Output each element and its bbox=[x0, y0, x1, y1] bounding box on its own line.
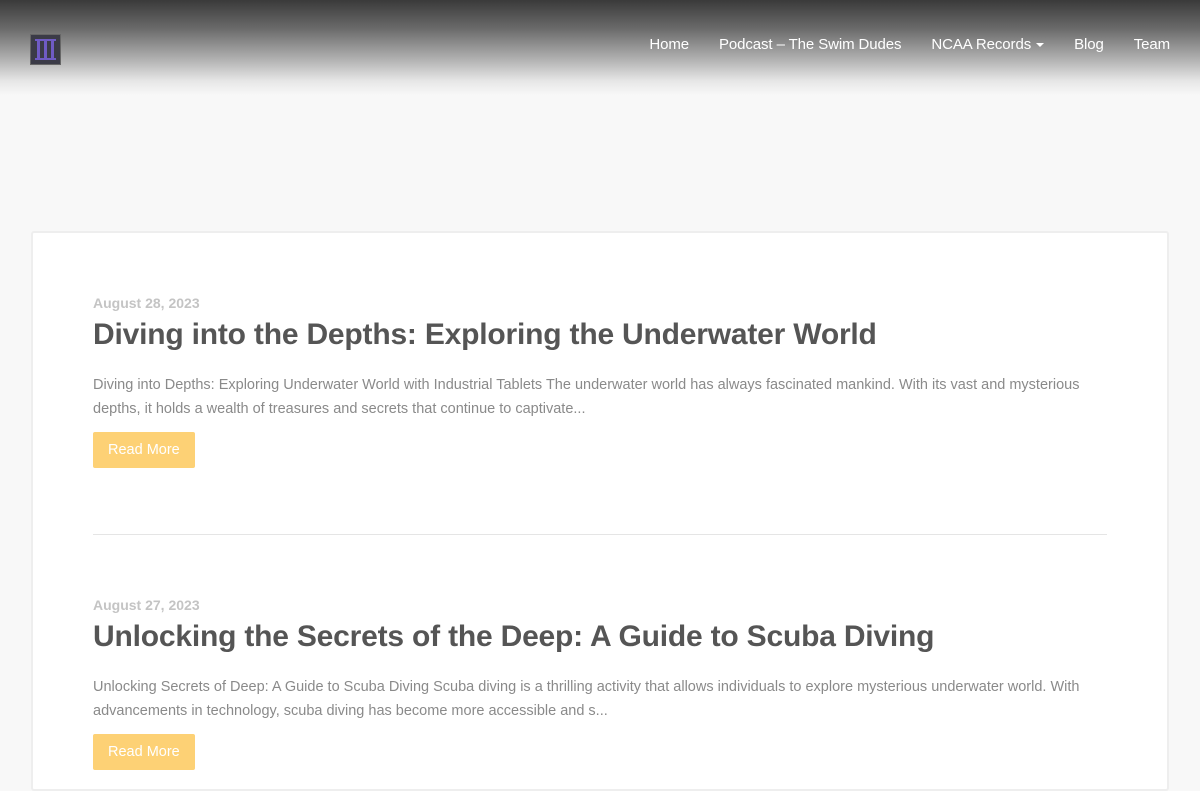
main-nav: Home Podcast – The Swim Dudes NCAA Recor… bbox=[649, 36, 1170, 53]
post-excerpt: Diving into Depths: Exploring Underwater… bbox=[93, 377, 1080, 417]
post-date: August 27, 2023 bbox=[93, 597, 200, 613]
nav-ncaa-records-label: NCAA Records bbox=[931, 36, 1032, 53]
site-logo[interactable] bbox=[30, 34, 61, 65]
post-title[interactable]: Diving into the Depths: Exploring the Un… bbox=[93, 318, 1109, 352]
nav-blog[interactable]: Blog bbox=[1074, 36, 1104, 53]
blog-post: August 28, 2023 Diving into the Depths: … bbox=[93, 295, 1109, 468]
logo-pillars-icon bbox=[35, 39, 56, 60]
nav-home[interactable]: Home bbox=[649, 36, 689, 53]
post-divider bbox=[93, 534, 1107, 535]
read-more-button[interactable]: Read More bbox=[93, 432, 195, 468]
nav-team[interactable]: Team bbox=[1134, 36, 1170, 53]
post-title[interactable]: Unlocking the Secrets of the Deep: A Gui… bbox=[93, 620, 1109, 654]
blog-post: August 27, 2023 Unlocking the Secrets of… bbox=[93, 597, 1109, 770]
nav-ncaa-records[interactable]: NCAA Records bbox=[931, 36, 1045, 53]
post-date: August 28, 2023 bbox=[93, 295, 200, 311]
caret-down-icon bbox=[1036, 42, 1045, 47]
site-header: Home Podcast – The Swim Dudes NCAA Recor… bbox=[0, 0, 1200, 95]
blog-post-list: August 28, 2023 Diving into the Depths: … bbox=[31, 231, 1169, 791]
post-excerpt: Unlocking Secrets of Deep: A Guide to Sc… bbox=[93, 679, 1080, 719]
nav-podcast[interactable]: Podcast – The Swim Dudes bbox=[719, 36, 902, 53]
read-more-button[interactable]: Read More bbox=[93, 734, 195, 770]
